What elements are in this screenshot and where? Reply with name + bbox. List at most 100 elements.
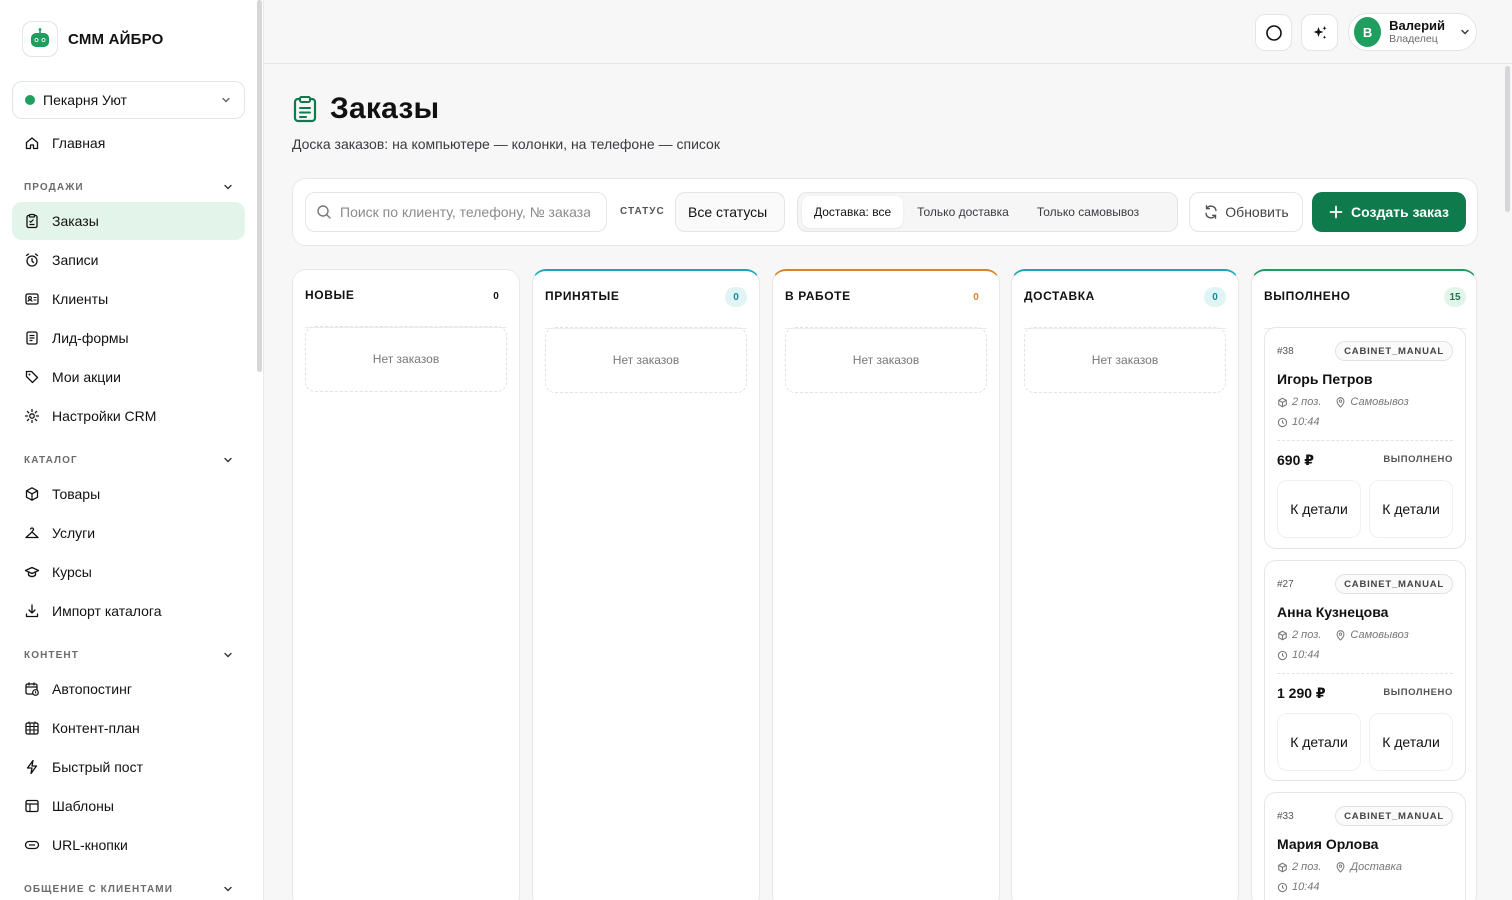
plus-icon [1329,205,1343,219]
column-new: НОВЫЕ 0 Нет заказов [292,269,520,900]
column-count: 0 [973,291,979,303]
sidebar-item-templates[interactable]: Шаблоны [12,787,245,825]
column-in-progress: В РАБОТЕ 0 Нет заказов [772,269,1000,900]
sidebar-item-quick-post[interactable]: Быстрый пост [12,748,245,786]
column-count: 0 [725,287,747,307]
status-select[interactable]: Все статусы [675,192,785,232]
sidebar-scrollbar[interactable] [257,0,262,372]
divider [1277,440,1453,441]
sidebar-item-promotions[interactable]: Мои акции [12,358,245,396]
link-button-icon [24,837,40,853]
chevron-down-icon [222,181,234,193]
location-pin-icon [1335,861,1346,873]
order-time-row: 10:44 [1277,649,1320,661]
divider [1277,673,1453,674]
create-order-label: Создать заказ [1351,204,1449,220]
sidebar-item-url-buttons[interactable]: URL-кнопки [12,826,245,864]
sidebar-item-label: Курсы [52,564,92,580]
section-catalog[interactable]: КАТАЛОГ [24,454,234,466]
delivery-filter: Доставка: все Только доставка Только сам… [797,192,1178,232]
calendar-grid-icon [24,720,40,736]
delivery-filter-delivery[interactable]: Только доставка [903,196,1023,228]
box-icon [1277,397,1288,408]
box-icon [1277,630,1288,641]
sidebar-item-orders[interactable]: Заказы [12,202,245,240]
alarm-clock-icon [24,252,40,268]
user-name: Валерий [1389,17,1445,33]
refresh-icon [1203,204,1219,220]
customer-name: Мария Орлова [1277,836,1379,852]
order-number: #27 [1277,579,1294,590]
user-menu[interactable]: В Валерий Владелец [1348,13,1477,51]
sidebar-item-label: Автопостинг [52,681,132,697]
column-title: НОВЫЕ [305,288,355,302]
business-selector[interactable]: Пекарня Уют [12,81,245,119]
create-order-button[interactable]: Создать заказ [1312,192,1466,232]
section-sales[interactable]: ПРОДАЖИ [24,181,234,193]
contact-card-icon [24,291,40,307]
empty-state: Нет заказов [785,327,987,393]
column-count: 0 [493,290,499,302]
graduation-cap-icon [24,564,40,580]
column-header: ВЫПОЛНЕНО 15 [1264,283,1466,329]
user-info: Валерий Владелец [1389,17,1445,46]
order-source-badge: CABINET_MANUAL [1335,574,1453,594]
order-time: 10:44 [1292,416,1320,428]
page-title: Заказы [330,92,440,125]
sidebar-item-home[interactable]: Главная [12,124,245,162]
chevron-down-icon [222,649,234,661]
sidebar-item-label: Товары [52,486,101,502]
sidebar-item-services[interactable]: Услуги [12,514,245,552]
refresh-label: Обновить [1225,204,1289,220]
sidebar-item-lead-forms[interactable]: Лид-формы [12,319,245,357]
refresh-button[interactable]: Обновить [1189,192,1303,232]
search-input[interactable] [340,204,590,220]
sidebar-item-clients[interactable]: Клиенты [12,280,245,318]
order-price: 690 ₽ [1277,452,1314,468]
section-title: КОНТЕНТ [24,649,79,661]
sidebar-item-label: URL-кнопки [52,837,128,853]
order-card[interactable]: #27 CABINET_MANUAL Анна Кузнецова 2 поз.… [1264,560,1466,781]
order-number: #38 [1277,346,1294,357]
item-count: 2 поз. [1292,629,1322,641]
fulfillment-method: Самовывоз [1350,629,1409,641]
page-header: Заказы [292,92,439,126]
sidebar-item-label: Записи [52,252,99,268]
section-title: ОБЩЕНИЕ С КЛИЕНТАМИ [24,883,174,895]
sidebar-item-autoposting[interactable]: Автопостинг [12,670,245,708]
ai-assistant-button[interactable] [1301,14,1338,51]
delivery-filter-pickup[interactable]: Только самовывоз [1023,196,1153,228]
sidebar-item-content-plan[interactable]: Контент-план [12,709,245,747]
brand[interactable]: СММ АЙБРО [22,21,163,57]
page-scrollbar[interactable] [1505,66,1510,212]
sidebar-item-appointments[interactable]: Записи [12,241,245,279]
home-icon [24,135,40,151]
brand-name: СММ АЙБРО [68,30,164,48]
details-button[interactable]: К детали [1277,713,1361,771]
details-button[interactable]: К детали [1369,480,1453,538]
section-content[interactable]: КОНТЕНТ [24,649,234,661]
delivery-filter-all[interactable]: Доставка: все [802,196,904,228]
sidebar-item-courses[interactable]: Курсы [12,553,245,591]
sidebar: СММ АЙБРО Пекарня Уют Главная ПРОДАЖИ За… [0,0,264,900]
business-name: Пекарня Уют [43,92,127,108]
column-title: ДОСТАВКА [1024,289,1095,303]
sidebar-item-products[interactable]: Товары [12,475,245,513]
sidebar-item-crm-settings[interactable]: Настройки CRM [12,397,245,435]
details-button[interactable]: К детали [1277,480,1361,538]
location-pin-icon [1335,629,1346,641]
search-box[interactable] [305,192,607,232]
layout-template-icon [24,798,40,814]
robot-logo-icon [22,21,58,57]
details-button[interactable]: К детали [1369,713,1453,771]
lightning-icon [24,759,40,775]
order-card[interactable]: #33 CABINET_MANUAL Мария Орлова 2 поз. Д… [1264,792,1466,900]
order-card[interactable]: #38 CABINET_MANUAL Игорь Петров 2 поз. С… [1264,327,1466,549]
customer-name: Игорь Петров [1277,371,1373,387]
theme-toggle-button[interactable] [1255,14,1292,51]
calendar-clock-icon [24,681,40,697]
empty-state: Нет заказов [1024,327,1226,393]
sidebar-item-import-catalog[interactable]: Импорт каталога [12,592,245,630]
section-client-communication[interactable]: ОБЩЕНИЕ С КЛИЕНТАМИ [24,883,234,895]
chevron-down-icon [220,94,232,106]
